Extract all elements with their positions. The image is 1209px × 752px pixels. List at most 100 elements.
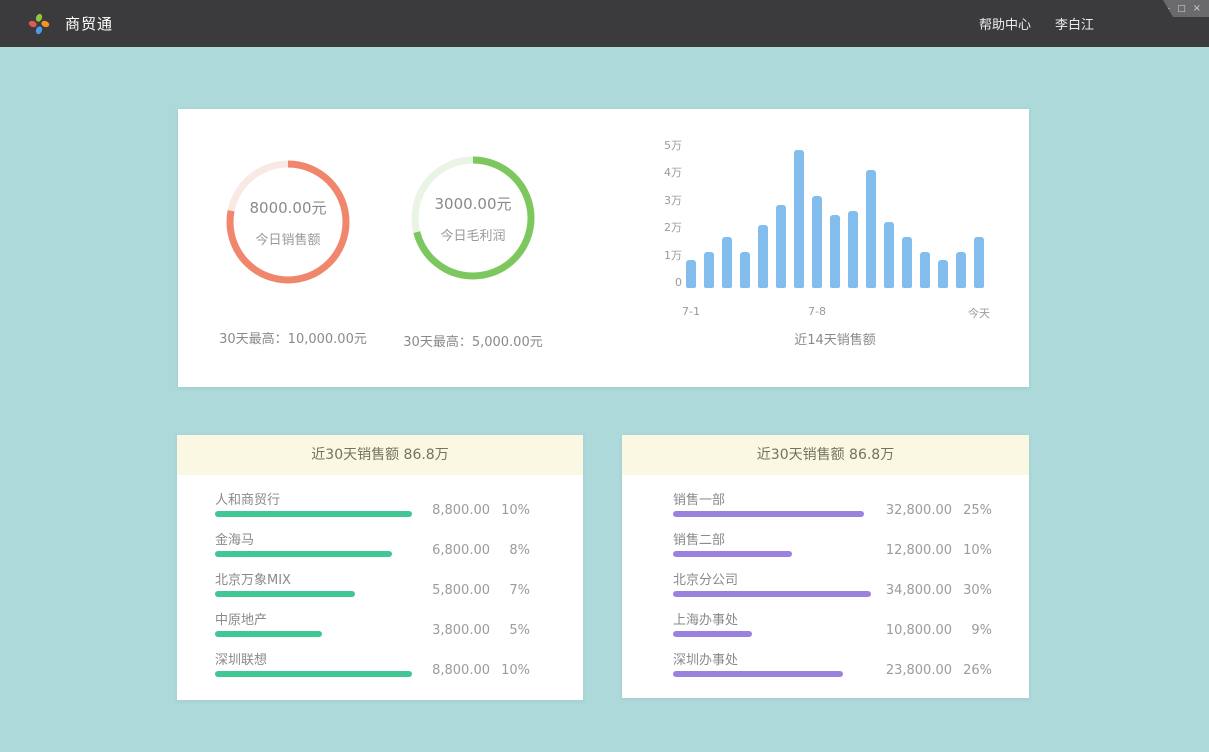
app-title: 商贸通 — [65, 13, 113, 34]
daily-bar — [686, 260, 696, 288]
ranking-row-label: 中原地产 — [215, 609, 267, 628]
daily-bar — [920, 252, 930, 288]
daily-bar — [704, 252, 714, 288]
daily-bar — [866, 170, 876, 288]
ranking-row: 北京分公司 34,800.0030% — [673, 569, 992, 609]
ranking-row-values: 10,800.009% — [886, 623, 992, 638]
daily-bar — [848, 211, 858, 288]
customer-ranking-title: 近30天销售额 86.8万 — [177, 435, 583, 475]
ranking-row-bar — [215, 631, 322, 637]
ranking-row-label: 深圳联想 — [215, 649, 267, 668]
ranking-row-bar — [215, 551, 392, 557]
daily-bar — [902, 237, 912, 288]
ranking-row-amount: 12,800.00 — [886, 543, 952, 558]
ranking-row-bar — [673, 631, 752, 637]
daily-bar — [794, 150, 804, 288]
ranking-row-percent: 10% — [490, 503, 530, 518]
ranking-row-values: 8,800.0010% — [432, 503, 530, 518]
ranking-row-amount: 10,800.00 — [886, 623, 952, 638]
customer-ranking-card: 近30天销售额 86.8万 人和商贸行8,800.0010%金海马6,800.0… — [177, 435, 583, 700]
y-axis-tick-label: 3万 — [642, 193, 682, 209]
ranking-row: 中原地产 3,800.005% — [215, 609, 530, 649]
daily-bars — [686, 138, 984, 288]
ranking-row: 金海马 6,800.008% — [215, 529, 530, 569]
y-axis-tick-label: 2万 — [642, 220, 682, 236]
ranking-row-values: 32,800.0025% — [886, 503, 992, 518]
today-profit-value: 3000.00元 — [434, 193, 511, 214]
daily-bar — [884, 222, 894, 288]
department-ranking-title: 近30天销售额 86.8万 — [622, 435, 1029, 475]
ranking-row: 销售一部 32,800.0025% — [673, 489, 992, 529]
daily-bar — [830, 215, 840, 288]
ranking-row-percent: 30% — [952, 583, 992, 598]
ranking-row-bar — [673, 671, 843, 677]
today-sales-value: 8000.00元 — [249, 197, 326, 218]
ranking-row-label: 北京万象MIX — [215, 569, 291, 588]
x-axis-tick-label: 7-8 — [808, 305, 826, 318]
ranking-row-amount: 5,800.00 — [432, 583, 490, 598]
today-sales-label: 今日销售额 — [255, 229, 320, 248]
today-profit-label: 今日毛利润 — [440, 225, 505, 244]
ranking-row-bar — [673, 591, 871, 597]
ranking-row-label: 金海马 — [215, 529, 254, 548]
maximize-button[interactable]: □ — [1177, 4, 1186, 14]
ranking-row-bar — [215, 591, 355, 597]
minimize-button[interactable]: – — [1165, 4, 1170, 14]
ranking-row-percent: 8% — [490, 543, 530, 558]
ranking-row-percent: 25% — [952, 503, 992, 518]
department-ranking-list: 销售一部 32,800.0025% 销售二部 12,800.0010% 北京分公司 34,… — [622, 475, 1029, 689]
ranking-row: 北京万象MIX 5,800.007% — [215, 569, 530, 609]
ranking-row: 销售二部 12,800.0010% — [673, 529, 992, 569]
ranking-row-percent: 26% — [952, 663, 992, 678]
ranking-row: 上海办事处 10,800.009% — [673, 609, 992, 649]
ranking-row: 深圳联想8,800.0010% — [215, 649, 530, 689]
daily-bar — [758, 225, 768, 288]
daily-bar — [974, 237, 984, 288]
ranking-row-percent: 10% — [490, 663, 530, 678]
ranking-row-label: 深圳办事处 — [673, 649, 738, 668]
ranking-row-bar — [673, 551, 792, 557]
daily-bar — [776, 205, 786, 288]
ranking-row-amount: 6,800.00 — [432, 543, 490, 558]
daily-chart-title: 近14天销售额 — [686, 329, 984, 348]
ranking-row-label: 人和商贸行 — [215, 489, 280, 508]
ranking-row-percent: 10% — [952, 543, 992, 558]
ranking-row-amount: 34,800.00 — [886, 583, 952, 598]
department-ranking-card: 近30天销售额 86.8万 销售一部 32,800.0025% 销售二部 12,800… — [622, 435, 1029, 698]
ranking-row-amount: 8,800.00 — [432, 503, 490, 518]
daily-sales-bar-chart: 01万2万3万4万5万 7-17-8今天 近14天销售额 — [628, 109, 1028, 387]
daily-bar — [812, 196, 822, 288]
daily-bar — [956, 252, 966, 288]
ranking-row-values: 12,800.0010% — [886, 543, 992, 558]
user-menu[interactable]: 李白江 — [1055, 14, 1094, 33]
y-axis-tick-label: 0 — [642, 275, 682, 291]
window-controls: – □ × — [1147, 0, 1209, 17]
daily-bar — [938, 260, 948, 288]
x-axis-tick-label: 7-1 — [682, 305, 700, 318]
ranking-row-values: 3,800.005% — [432, 623, 530, 638]
overview-card: 8000.00元 今日销售额 30天最高：10,000.00元 3000.00元… — [178, 109, 1029, 387]
titlebar-nav: 帮助中心 李白江 — [979, 0, 1094, 47]
customer-ranking-list: 人和商贸行8,800.0010%金海马6,800.008%北京万象MIX5,80… — [177, 475, 583, 689]
y-axis-tick-label: 1万 — [642, 248, 682, 264]
ranking-row-amount: 3,800.00 — [432, 623, 490, 638]
ranking-row-values: 34,800.0030% — [886, 583, 992, 598]
ranking-row-bar — [673, 511, 864, 517]
y-axis-tick-label: 5万 — [642, 138, 682, 154]
ranking-row-label: 销售二部 — [673, 529, 725, 548]
ranking-row-values: 5,800.007% — [432, 583, 530, 598]
ranking-row-amount: 23,800.00 — [886, 663, 952, 678]
daily-bar — [722, 237, 732, 288]
ranking-row-percent: 9% — [952, 623, 992, 638]
titlebar: 商贸通 帮助中心 李白江 – □ × — [0, 0, 1209, 47]
profit-30d-max-caption: 30天最高：5,000.00元 — [358, 331, 588, 350]
ranking-row-bar — [215, 511, 412, 517]
ranking-row-label: 销售一部 — [673, 489, 725, 508]
profit-donut-chart: 3000.00元 今日毛利润 — [408, 153, 538, 283]
help-center-link[interactable]: 帮助中心 — [979, 14, 1031, 33]
ranking-row-label: 上海办事处 — [673, 609, 738, 628]
daily-bar — [740, 252, 750, 288]
close-button[interactable]: × — [1193, 4, 1201, 14]
ranking-row-label: 北京分公司 — [673, 569, 738, 588]
y-axis-tick-label: 4万 — [642, 165, 682, 181]
